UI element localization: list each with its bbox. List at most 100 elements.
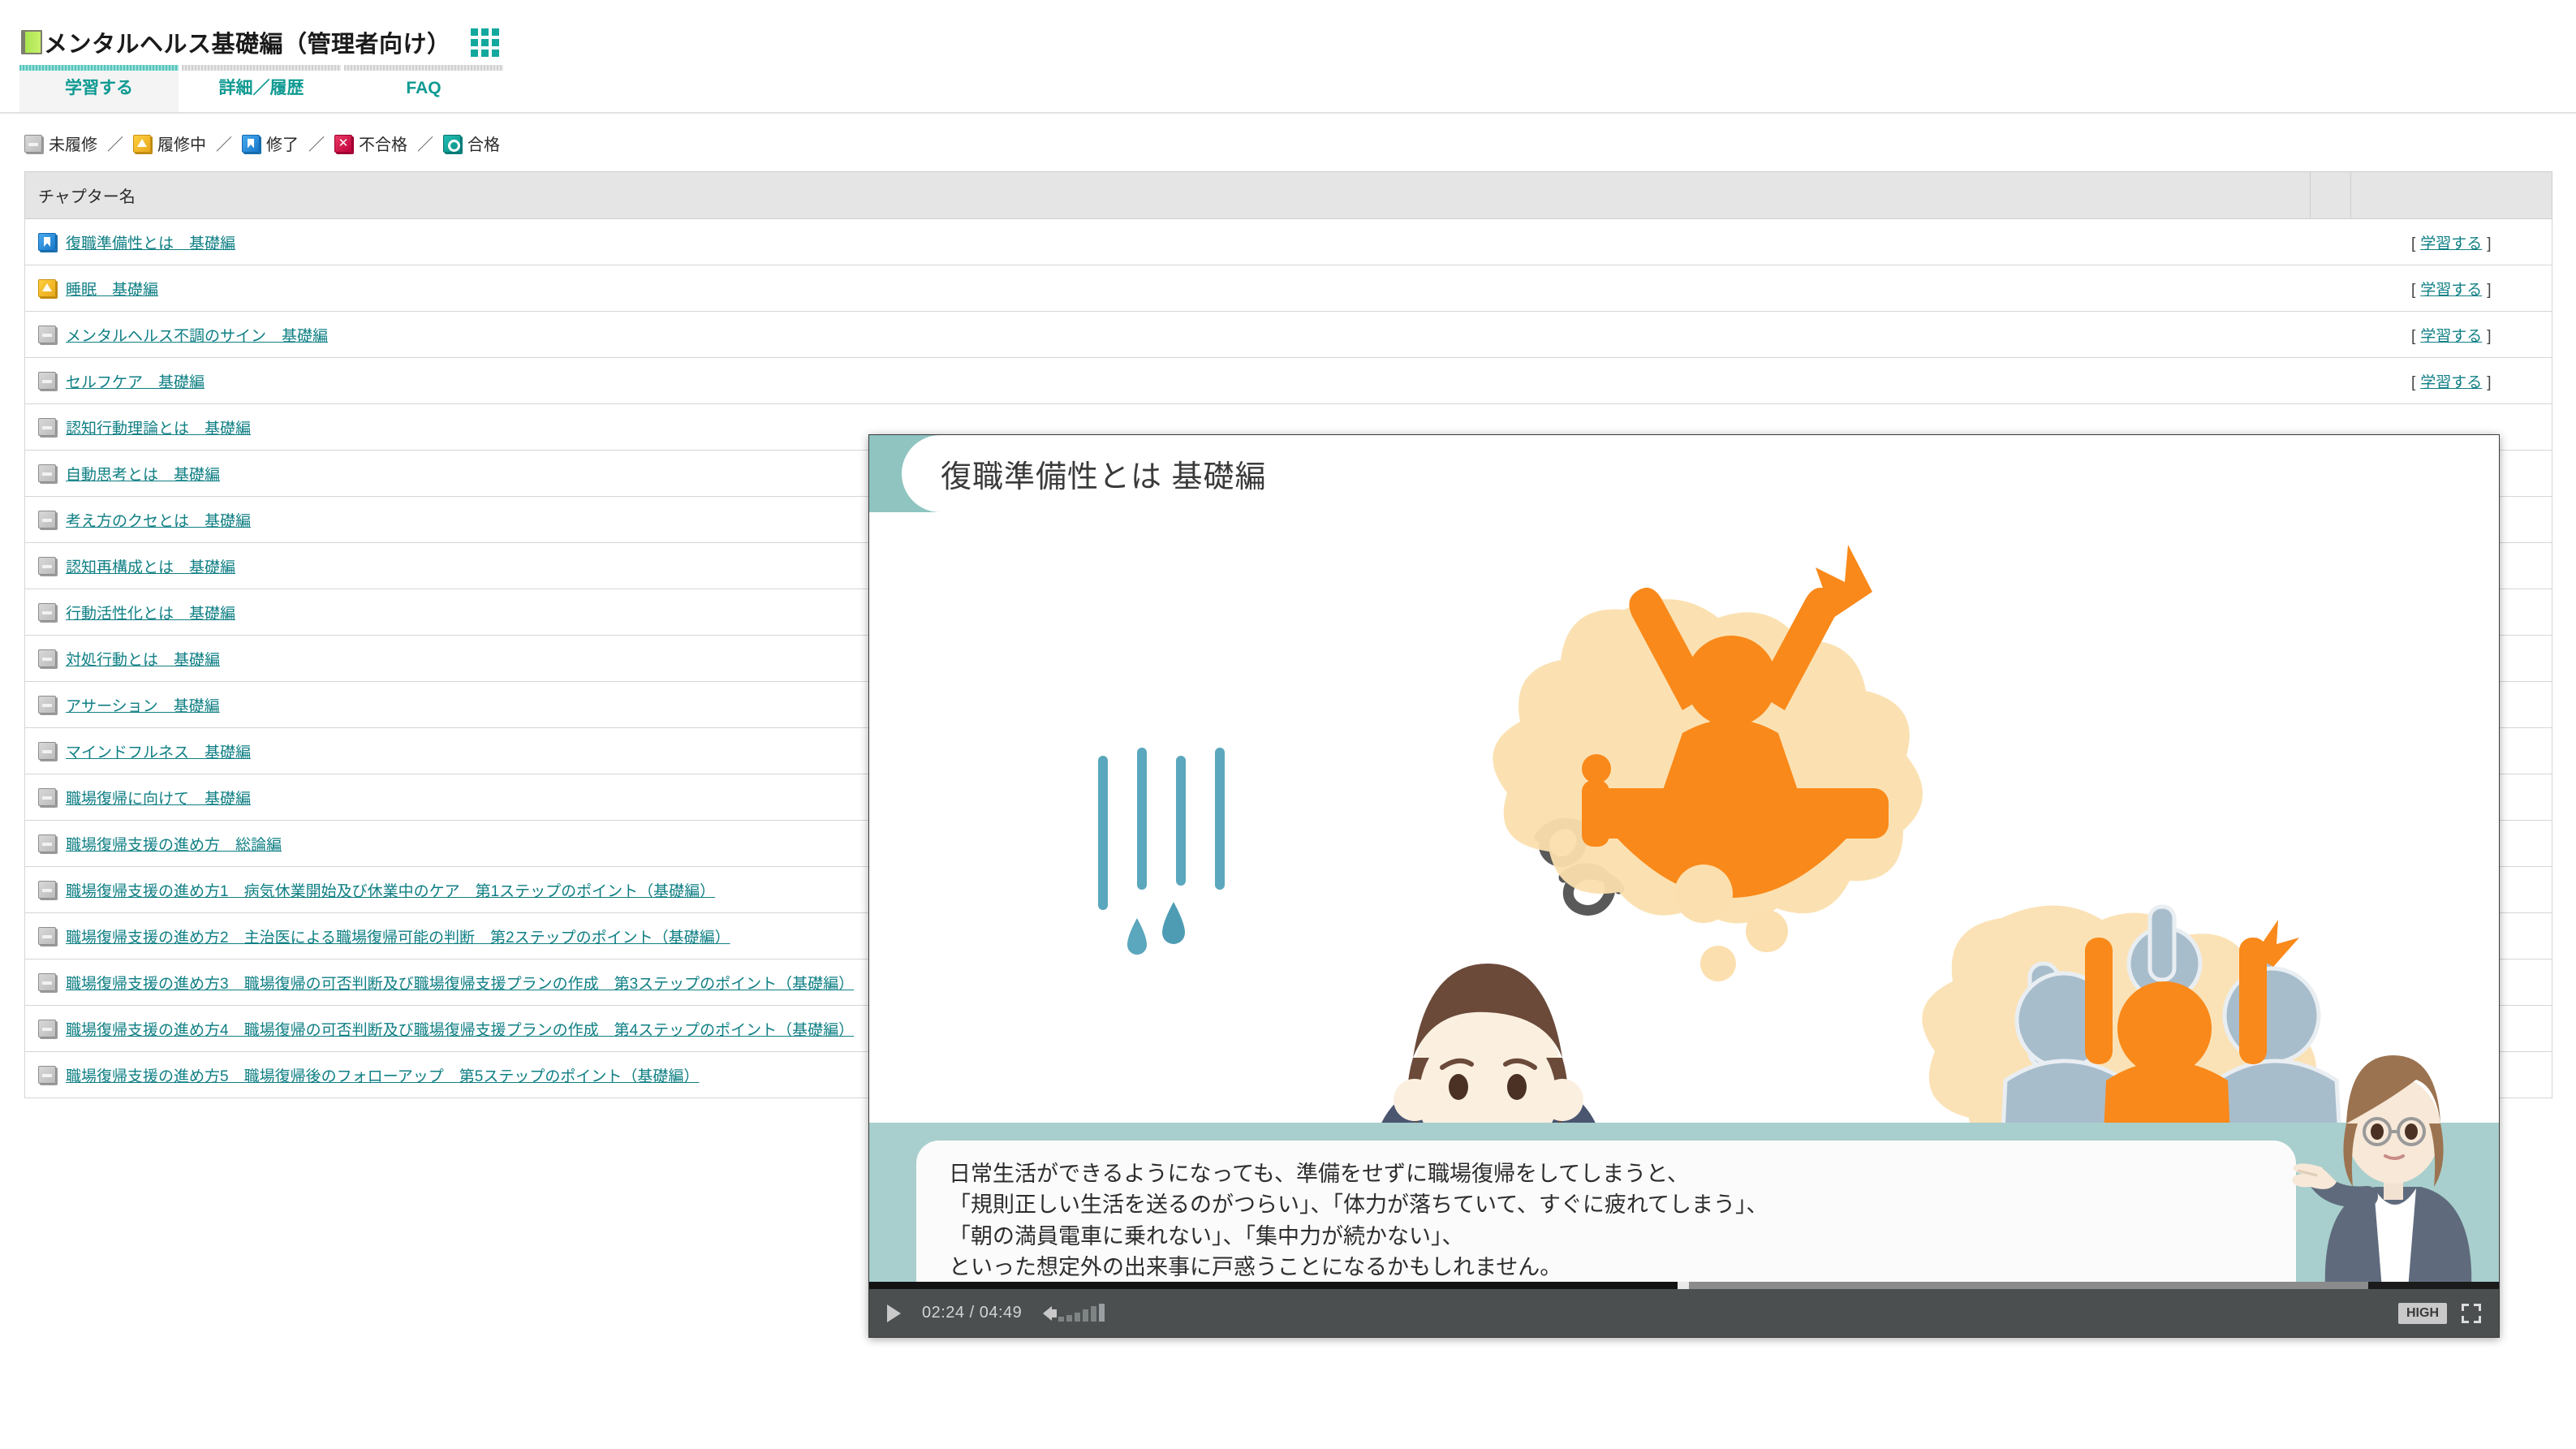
column-header-chapter-name: チャプター名 (24, 171, 2311, 219)
bracket-close: ] (2487, 281, 2492, 299)
play-icon[interactable] (887, 1304, 901, 1322)
status-unstarted-icon (38, 1020, 56, 1037)
bracket-open: [ (2410, 373, 2416, 391)
chapter-link[interactable]: 職場復帰支援の進め方2 主治医による職場復帰可能の判断 第2ステップのポイント（… (66, 925, 730, 947)
study-link[interactable]: 学習する (2420, 235, 2482, 252)
chapter-link[interactable]: 職場復帰支援の進め方3 職場復帰の可否判断及び職場復帰支援プランの作成 第3ステ… (66, 972, 854, 994)
bracket-close: ] (2487, 327, 2492, 345)
speaker-icon[interactable] (1043, 1305, 1058, 1321)
fullscreen-icon[interactable] (2462, 1303, 2481, 1323)
column-header-action (2350, 171, 2552, 219)
cell-spacer (2310, 357, 2351, 404)
chapter-link[interactable]: 考え方のクセとは 基礎編 (66, 509, 251, 531)
cheering-person-icon (1493, 545, 1923, 981)
legend-separator: ／ (308, 136, 325, 154)
bracket-open: [ (2410, 281, 2416, 299)
slide-header-band: 復職準備性とは 基礎編 (869, 435, 2499, 512)
tab-bar: 学習する 詳細／履歴 FAQ (0, 63, 2576, 114)
tab-faq[interactable]: FAQ (344, 65, 503, 112)
table-row: セルフケア 基礎編 [学習する] (24, 357, 2552, 404)
status-unstarted-icon (38, 1066, 56, 1084)
legend-separator: ／ (107, 136, 123, 154)
cell-chapter-name: 復職準備性とは 基礎編 (24, 218, 2311, 265)
study-link[interactable]: 学習する (2420, 282, 2482, 299)
status-unstarted-icon (38, 973, 56, 991)
page-title: メンタルヘルス基礎編（管理者向け） (44, 32, 451, 58)
status-done-icon (242, 134, 260, 153)
study-link[interactable]: 学習する (2420, 328, 2482, 345)
bracket-open: [ (2410, 327, 2416, 345)
chapter-link[interactable]: アサーション 基礎編 (66, 694, 220, 716)
table-header-row: チャプター名 (24, 171, 2552, 219)
video-time-display: 02:24 / 04:49 (922, 1304, 1023, 1322)
table-row: 復職準備性とは 基礎編 [学習する] (24, 218, 2552, 265)
table-row: メンタルヘルス不調のサイン 基礎編 [学習する] (24, 311, 2552, 358)
chapter-link[interactable]: マインドフルネス 基礎編 (66, 740, 251, 762)
status-unstarted-icon (38, 696, 56, 714)
legend-item-done: 修了 (242, 132, 299, 155)
legend-label-inprogress: 履修中 (157, 136, 206, 154)
cell-spacer (2310, 311, 2351, 358)
legend-separator: ／ (216, 136, 232, 154)
cell-chapter-name: 睡眠 基礎編 (24, 265, 2311, 312)
status-legend: 未履修 ／ 履修中 ／ 修了 ／ ✕ 不合格 ／ 合格 (0, 114, 2576, 171)
legend-label-passed: 合格 (467, 136, 500, 154)
video-slide: 復職準備性とは 基礎編 日常生活ができるようになっても、準備をせずに職場復帰をし… (869, 435, 2499, 1289)
status-unstarted-icon (24, 134, 42, 153)
tab-details-history[interactable]: 詳細／履歴 (182, 65, 341, 112)
chapter-link[interactable]: 職場復帰支援の進め方5 職場復帰後のフォローアップ 第5ステップのポイント（基礎… (66, 1064, 699, 1086)
status-unstarted-icon (38, 372, 56, 390)
cell-action: [学習する] (2350, 218, 2552, 265)
status-unstarted-icon (38, 418, 56, 436)
chapter-link[interactable]: 復職準備性とは 基礎編 (66, 231, 235, 253)
bracket-open: [ (2410, 235, 2416, 252)
chapter-link[interactable]: 職場復帰に向けて 基礎編 (66, 787, 251, 809)
caption-band: 日常生活ができるようになっても、準備をせずに職場復帰をしてしまうと、 「規則正し… (869, 1055, 2499, 1289)
grid-menu-icon[interactable] (470, 28, 499, 57)
study-link[interactable]: 学習する (2420, 374, 2482, 391)
legend-item-failed: ✕ 不合格 (334, 132, 407, 155)
status-unstarted-icon (38, 557, 56, 575)
status-done-icon (38, 233, 56, 251)
legend-separator: ／ (417, 136, 433, 154)
chapter-link[interactable]: 睡眠 基礎編 (66, 278, 158, 300)
chapter-link[interactable]: 対処行動とは 基礎編 (66, 648, 220, 670)
column-header-blank (2310, 171, 2351, 219)
tab-learn[interactable]: 学習する (19, 65, 179, 112)
volume-level-bars[interactable] (1058, 1303, 1105, 1322)
chapter-link[interactable]: 職場復帰支援の進め方4 職場復帰の可否判断及び職場復帰支援プランの作成 第4ステ… (66, 1018, 854, 1040)
video-progress-bar[interactable] (869, 1282, 2499, 1289)
caption-box: 日常生活ができるようになっても、準備をせずに職場復帰をしてしまうと、 「規則正し… (916, 1141, 2296, 1289)
chapter-link[interactable]: 認知再構成とは 基礎編 (66, 555, 235, 577)
status-unstarted-icon (38, 881, 56, 899)
progress-played (869, 1282, 1678, 1289)
cell-action: [学習する] (2350, 311, 2552, 358)
status-unstarted-icon (38, 834, 56, 852)
caption-line-3: 「朝の満員電車に乗れない」、「集中力が続かない」、 (949, 1223, 1464, 1248)
table-row: 睡眠 基礎編 [学習する] (24, 265, 2552, 312)
cell-spacer (2310, 265, 2351, 312)
legend-item-unstarted: 未履修 (24, 132, 97, 155)
cell-spacer (2310, 218, 2351, 265)
slide-title: 復職準備性とは 基礎編 (941, 460, 1267, 494)
chapter-link[interactable]: メンタルヘルス不調のサイン 基礎編 (66, 324, 328, 346)
video-player-window[interactable]: 復職準備性とは 基礎編 日常生活ができるようになっても、準備をせずに職場復帰をし… (868, 434, 2500, 1338)
status-unstarted-icon (38, 464, 56, 482)
status-passed-icon (443, 134, 461, 153)
controls-right-group: HIGH (2398, 1302, 2499, 1324)
legend-label-unstarted: 未履修 (49, 136, 97, 154)
chapter-link[interactable]: 自動思考とは 基礎編 (66, 463, 220, 485)
quality-button[interactable]: HIGH (2398, 1302, 2447, 1324)
chapter-link[interactable]: 認知行動理論とは 基礎編 (66, 416, 251, 438)
progress-handle[interactable] (1677, 1282, 1689, 1289)
cell-chapter-name: メンタルヘルス不調のサイン 基礎編 (24, 311, 2311, 358)
legend-label-done: 修了 (266, 136, 299, 154)
chapter-link[interactable]: セルフケア 基礎編 (66, 370, 205, 392)
status-unstarted-icon (38, 649, 56, 667)
video-controls[interactable]: 02:24 / 04:49 HIGH (869, 1282, 2499, 1337)
chapter-link[interactable]: 職場復帰支援の進め方1 病気休業開始及び休業中のケア 第1ステップのポイント（基… (66, 879, 715, 901)
chapter-link[interactable]: 職場復帰支援の進め方 総論編 (66, 833, 282, 855)
chapter-link[interactable]: 行動活性化とは 基礎編 (66, 602, 235, 623)
caption-line-4: といった想定外の出来事に戸惑うことになるかもしれません。 (949, 1254, 1562, 1279)
status-inprogress-icon (38, 279, 56, 297)
